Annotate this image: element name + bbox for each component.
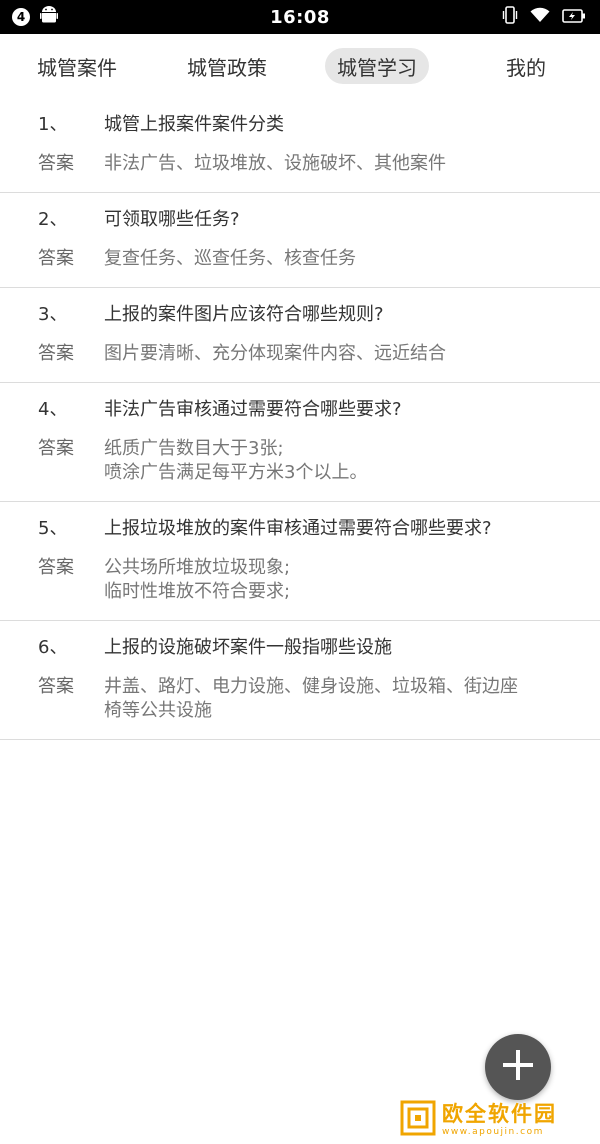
answer-text: 公共场所堆放垃圾现象; 临时性堆放不符合要求; — [104, 556, 574, 604]
question-text: 城管上报案件案件分类 — [104, 114, 284, 135]
tab-mine[interactable]: 我的 — [494, 48, 558, 84]
answer-line: 椅等公共设施 — [104, 700, 212, 721]
status-bar: 4 16:08 — [0, 0, 600, 34]
answer-label: 答案 — [38, 248, 74, 269]
qa-list: 1、 城管上报案件案件分类 答案 非法广告、垃圾堆放、设施破坏、其他案件 2、 … — [0, 98, 600, 740]
watermark-logo-icon — [400, 1100, 436, 1140]
answer-text: 非法广告、垃圾堆放、设施破坏、其他案件 — [104, 152, 574, 176]
answer-text: 图片要清晰、充分体现案件内容、远近结合 — [104, 342, 574, 366]
answer-label: 答案 — [38, 343, 74, 364]
answer-line: 纸质广告数目大于3张; — [104, 438, 284, 459]
question-number: 1、 — [38, 114, 68, 135]
notification-count-badge: 4 — [12, 8, 30, 26]
answer-label: 答案 — [38, 676, 74, 697]
answer-text: 井盖、路灯、电力设施、健身设施、垃圾箱、街边座 椅等公共设施 — [104, 675, 574, 723]
watermark-url: www.apoujin.com — [442, 1127, 544, 1137]
tab-urban-learning[interactable]: 城管学习 — [325, 48, 429, 84]
question-number: 6、 — [38, 637, 68, 658]
watermark-text: 欧全软件园 — [442, 1102, 557, 1126]
answer-line: 井盖、路灯、电力设施、健身设施、垃圾箱、街边座 — [104, 676, 518, 697]
question-text: 上报的案件图片应该符合哪些规则? — [104, 304, 384, 325]
tab-bar: 城管案件 城管政策 城管学习 我的 — [0, 34, 600, 98]
battery-charging-icon — [562, 8, 586, 27]
vibrate-icon — [502, 5, 518, 29]
tab-urban-policy[interactable]: 城管政策 — [175, 48, 279, 84]
answer-text: 复查任务、巡查任务、核查任务 — [104, 247, 574, 271]
question-number: 3、 — [38, 304, 68, 325]
qa-list-item[interactable]: 4、 非法广告审核通过需要符合哪些要求? 答案 纸质广告数目大于3张; 喷涂广告… — [0, 383, 600, 502]
wifi-icon — [530, 7, 550, 27]
question-text: 上报的设施破坏案件一般指哪些设施 — [104, 637, 392, 658]
android-icon — [40, 5, 58, 29]
answer-line: 非法广告、垃圾堆放、设施破坏、其他案件 — [104, 153, 446, 174]
question-text: 上报垃圾堆放的案件审核通过需要符合哪些要求? — [104, 518, 492, 539]
qa-list-item[interactable]: 6、 上报的设施破坏案件一般指哪些设施 答案 井盖、路灯、电力设施、健身设施、垃… — [0, 621, 600, 740]
question-number: 5、 — [38, 518, 68, 539]
qa-list-item[interactable]: 1、 城管上报案件案件分类 答案 非法广告、垃圾堆放、设施破坏、其他案件 — [0, 98, 600, 193]
answer-line: 喷涂广告满足每平方米3个以上。 — [104, 462, 368, 483]
answer-text: 纸质广告数目大于3张; 喷涂广告满足每平方米3个以上。 — [104, 437, 574, 485]
qa-list-item[interactable]: 5、 上报垃圾堆放的案件审核通过需要符合哪些要求? 答案 公共场所堆放垃圾现象;… — [0, 502, 600, 621]
question-number: 2、 — [38, 209, 68, 230]
answer-line: 公共场所堆放垃圾现象; — [104, 557, 291, 578]
qa-list-item[interactable]: 2、 可领取哪些任务? 答案 复查任务、巡查任务、核查任务 — [0, 193, 600, 288]
plus-icon — [501, 1048, 535, 1086]
add-button[interactable] — [485, 1034, 551, 1100]
status-time: 16:08 — [270, 6, 330, 28]
answer-label: 答案 — [38, 438, 74, 459]
answer-line: 复查任务、巡查任务、核查任务 — [104, 248, 356, 269]
answer-label: 答案 — [38, 153, 74, 174]
answer-line: 临时性堆放不符合要求; — [104, 581, 291, 602]
question-text: 非法广告审核通过需要符合哪些要求? — [104, 399, 402, 420]
question-number: 4、 — [38, 399, 68, 420]
answer-label: 答案 — [38, 557, 74, 578]
watermark: 欧全软件园 www.apoujin.com — [400, 1100, 592, 1140]
answer-line: 图片要清晰、充分体现案件内容、远近结合 — [104, 343, 446, 364]
question-text: 可领取哪些任务? — [104, 209, 240, 230]
tab-urban-cases[interactable]: 城管案件 — [25, 48, 129, 84]
qa-list-item[interactable]: 3、 上报的案件图片应该符合哪些规则? 答案 图片要清晰、充分体现案件内容、远近… — [0, 288, 600, 383]
